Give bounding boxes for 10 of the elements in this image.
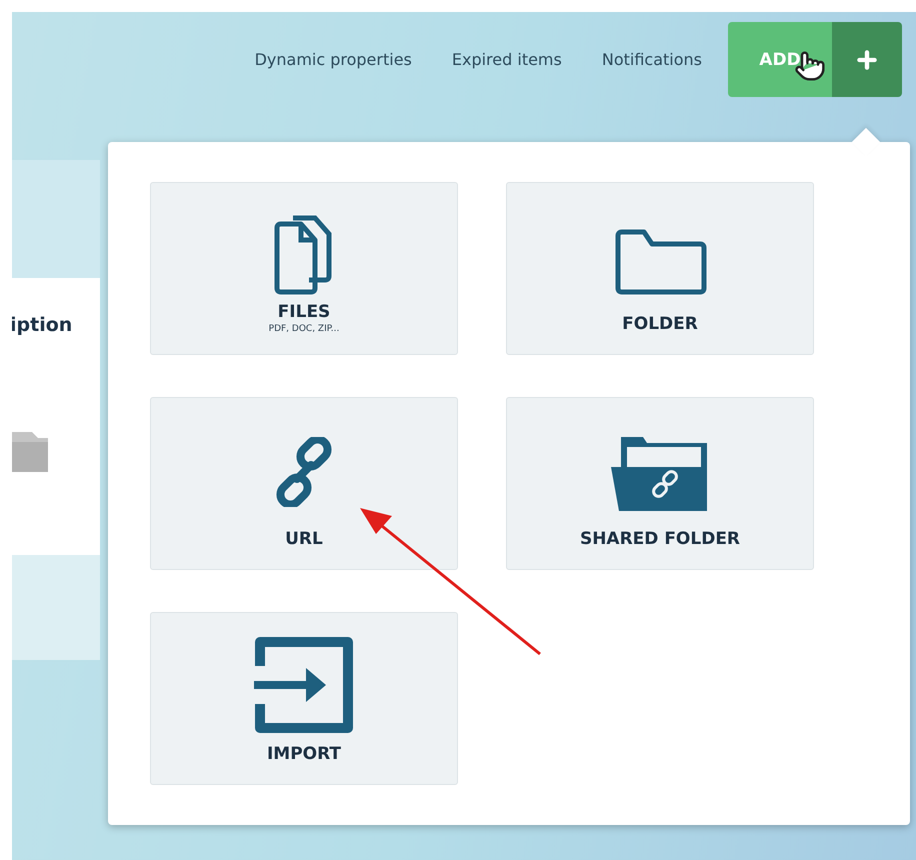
- menu-option[interactable]: IMPORT: [150, 612, 458, 785]
- nav-link[interactable]: Dynamic properties: [254, 50, 412, 69]
- menu-option[interactable]: FILES PDF, DOC, ZIP...: [150, 182, 458, 355]
- nav-link[interactable]: Notifications: [602, 50, 702, 69]
- nav-link[interactable]: Expired items: [452, 50, 562, 69]
- menu-option[interactable]: SHARED FOLDER: [506, 397, 814, 570]
- import-icon: [254, 636, 354, 734]
- plus-button[interactable]: [832, 22, 902, 97]
- menu-option[interactable]: FOLDER: [506, 182, 814, 355]
- menu-option[interactable]: URL: [150, 397, 458, 570]
